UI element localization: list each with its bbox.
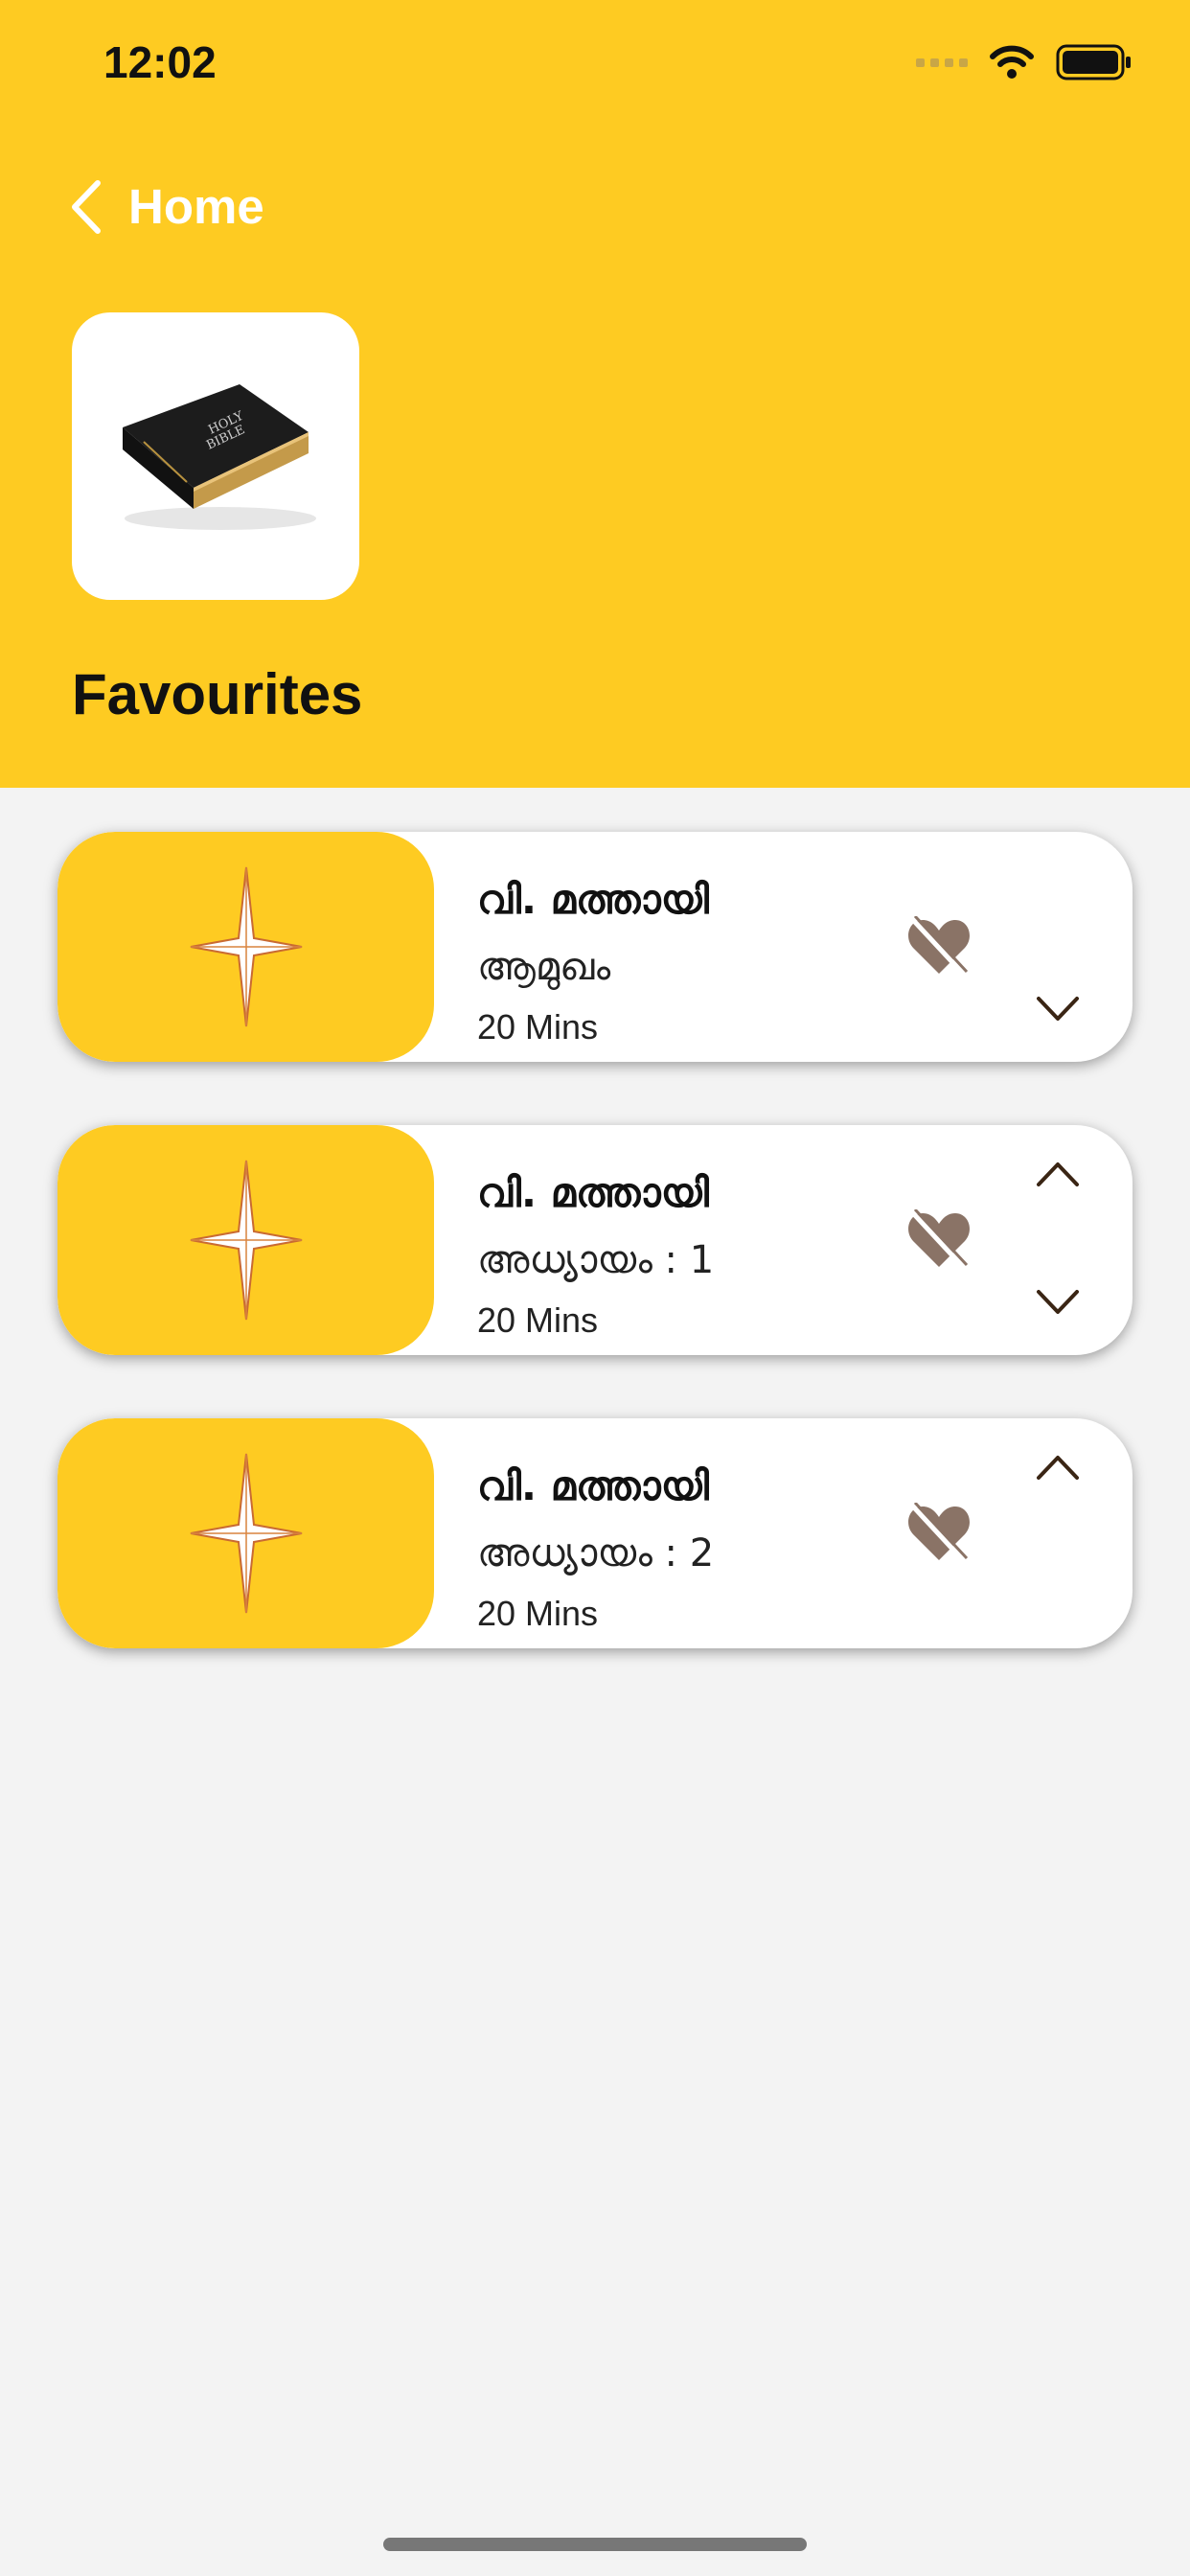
unfavourite-heart-icon[interactable] bbox=[905, 1503, 973, 1564]
chevron-left-icon bbox=[72, 179, 101, 234]
home-indicator[interactable] bbox=[383, 2538, 807, 2551]
back-label: Home bbox=[128, 179, 264, 234]
chevron-up-icon[interactable] bbox=[1035, 1160, 1081, 1188]
item-title: വി. മത്തായി bbox=[477, 1462, 709, 1509]
item-duration: 20 Mins bbox=[477, 1594, 599, 1633]
item-subtitle: അധ്യായം : 1 bbox=[477, 1238, 715, 1282]
back-button[interactable]: Home bbox=[69, 178, 264, 235]
cross-thumbnail bbox=[57, 1418, 434, 1648]
favourite-item[interactable]: വി. മത്തായി അധ്യായം : 2 20 Mins bbox=[57, 1418, 1133, 1648]
wifi-icon bbox=[990, 45, 1034, 79]
unfavourite-heart-icon[interactable] bbox=[905, 916, 973, 978]
item-duration: 20 Mins bbox=[477, 1007, 599, 1046]
chevron-down-icon[interactable] bbox=[1035, 995, 1081, 1024]
cross-thumbnail bbox=[57, 832, 434, 1062]
status-time: 12:02 bbox=[103, 37, 217, 87]
cross-thumbnail bbox=[57, 1125, 434, 1355]
unfavourite-heart-icon[interactable] bbox=[905, 1209, 973, 1271]
cross-icon bbox=[190, 1453, 302, 1614]
header: 12:02 Home HOLY BIBLE Favourites bbox=[0, 0, 1190, 788]
cross-icon bbox=[190, 866, 302, 1027]
chevron-up-icon[interactable] bbox=[1035, 1453, 1081, 1482]
page-title: Favourites bbox=[72, 662, 363, 726]
item-duration: 20 Mins bbox=[477, 1300, 599, 1340]
cross-icon bbox=[190, 1160, 302, 1321]
status-icons bbox=[916, 44, 1133, 80]
battery-icon bbox=[1056, 44, 1131, 80]
favourite-item[interactable]: വി. മത്തായി ആമുഖം 20 Mins bbox=[57, 832, 1133, 1062]
item-subtitle: ആമുഖം bbox=[477, 945, 611, 989]
item-title: വി. മത്തായി bbox=[477, 876, 709, 923]
bible-book-icon: HOLY BIBLE bbox=[123, 384, 316, 530]
bible-app-icon: HOLY BIBLE bbox=[72, 312, 359, 600]
item-title: വി. മത്തായി bbox=[477, 1169, 709, 1216]
cellular-signal-icon bbox=[916, 58, 968, 67]
favourite-item[interactable]: വി. മത്തായി അധ്യായം : 1 20 Mins bbox=[57, 1125, 1133, 1355]
item-subtitle: അധ്യായം : 2 bbox=[477, 1531, 715, 1576]
chevron-down-icon[interactable] bbox=[1035, 1288, 1081, 1317]
